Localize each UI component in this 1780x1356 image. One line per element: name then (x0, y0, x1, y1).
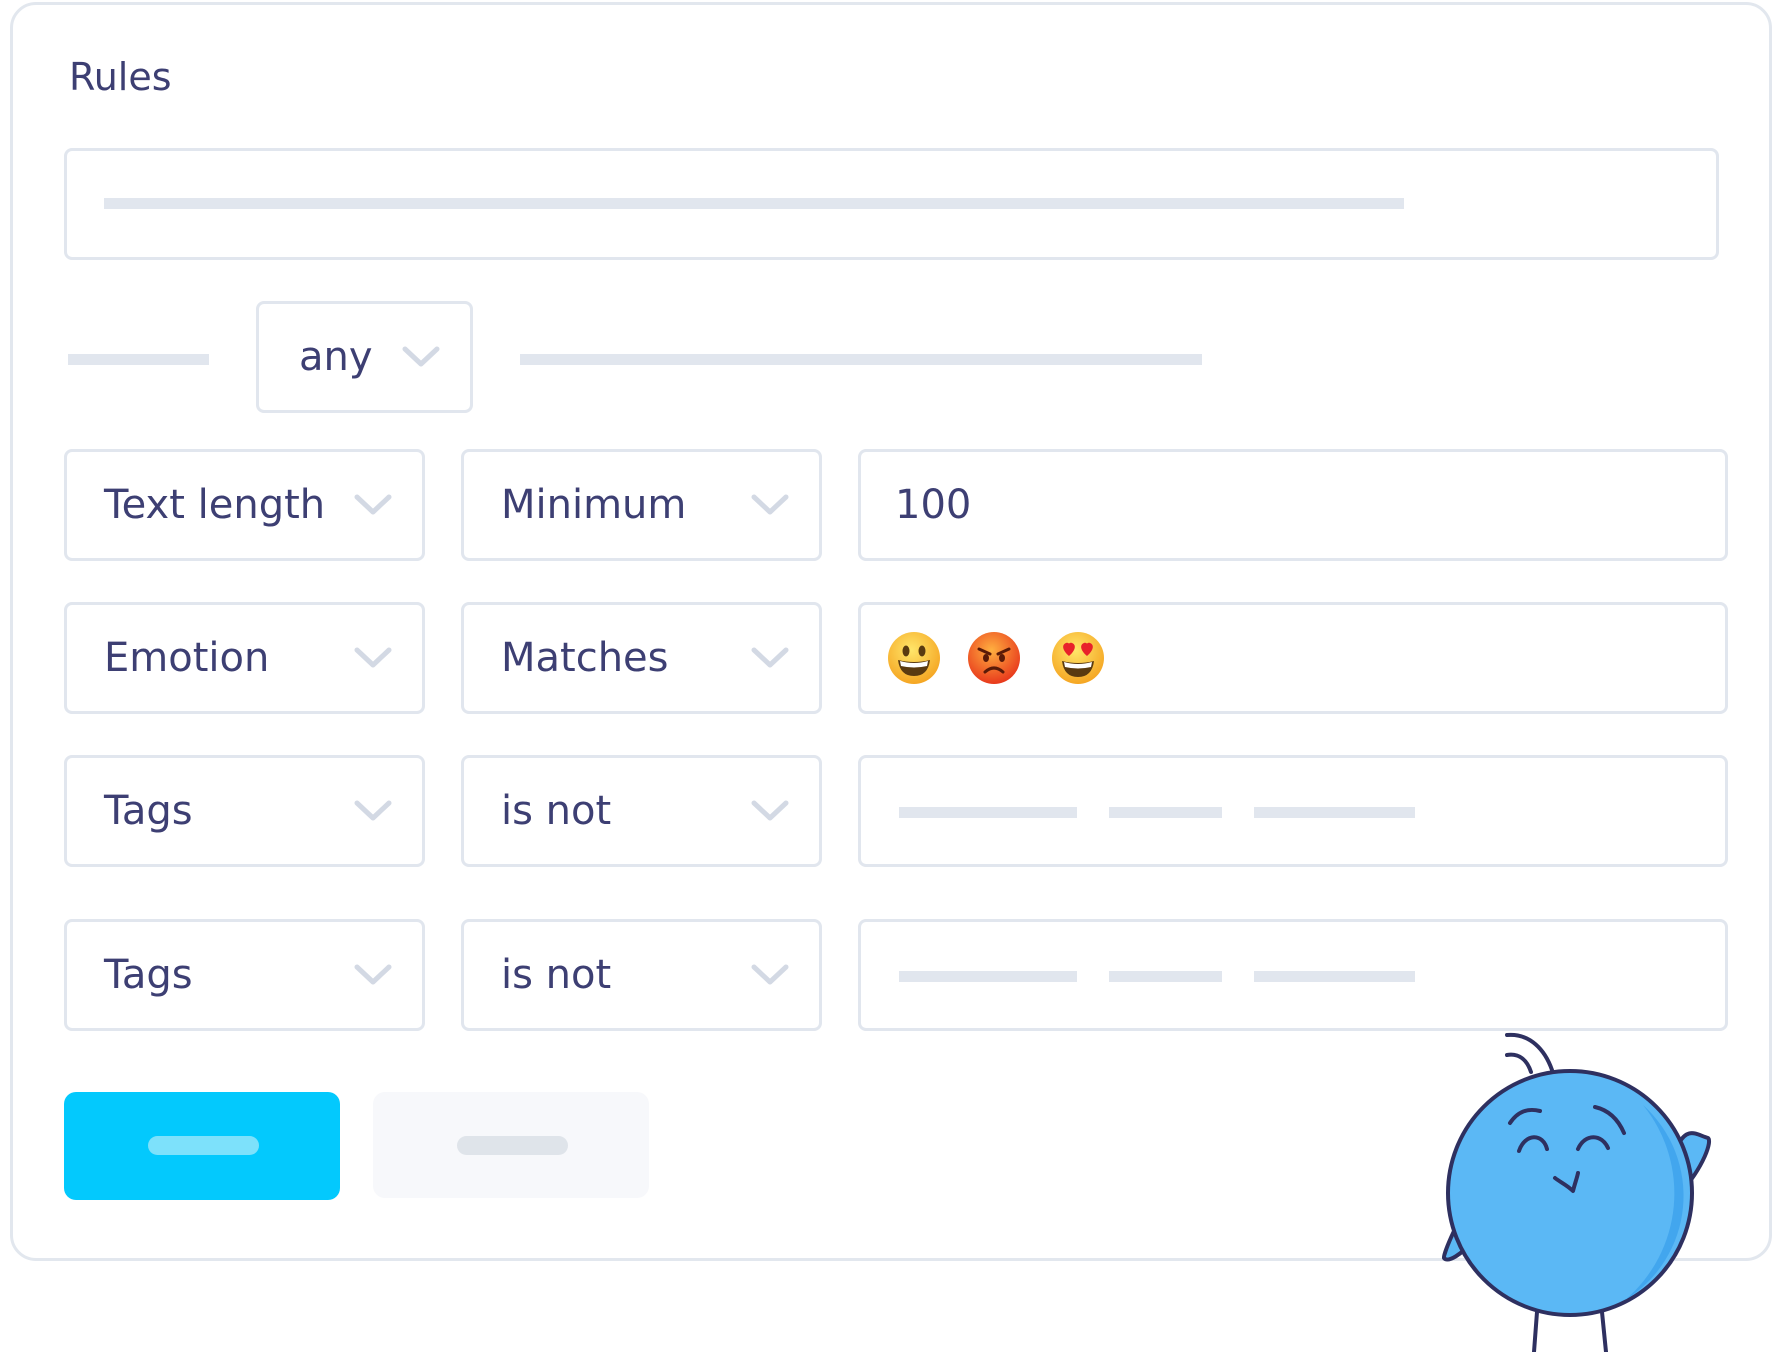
rule-name-input[interactable] (64, 148, 1719, 260)
tag-placeholder (1109, 807, 1222, 818)
rule-4-tags-input[interactable] (858, 919, 1728, 1031)
rule-4-field-select[interactable]: Tags (64, 919, 425, 1031)
chevron-down-icon (751, 647, 789, 669)
chevron-down-icon (354, 647, 392, 669)
chevron-down-icon (402, 346, 440, 368)
rule-1-field-value: Text length (104, 482, 326, 528)
chevron-down-icon (751, 800, 789, 822)
rule-1-value-input[interactable]: 100 (858, 449, 1728, 561)
tag-placeholder (1254, 971, 1415, 982)
rule-3-field-select[interactable]: Tags (64, 755, 425, 867)
save-button[interactable] (64, 1092, 340, 1200)
mascot-illustration (1415, 1025, 1735, 1354)
rule-4-operator-value: is not (501, 952, 612, 998)
chevron-down-icon (354, 964, 392, 986)
rule-4-field-value: Tags (104, 952, 193, 998)
chevron-down-icon (751, 494, 789, 516)
chevron-down-icon (354, 494, 392, 516)
pouting-face-icon[interactable] (967, 631, 1021, 685)
chevron-down-icon (751, 964, 789, 986)
rule-2-emoji-input[interactable] (858, 602, 1728, 714)
rule-4-operator-select[interactable]: is not (461, 919, 822, 1031)
match-mode-select[interactable]: any (256, 301, 473, 413)
grinning-face-icon[interactable] (887, 631, 941, 685)
rule-3-tags-input[interactable] (858, 755, 1728, 867)
heart-eyes-face-icon[interactable] (1051, 631, 1105, 685)
match-mode-value: any (299, 334, 373, 380)
tag-placeholder (899, 807, 1077, 818)
rule-2-operator-value: Matches (501, 635, 669, 681)
description-placeholder-line (520, 354, 1202, 365)
rule-2-field-value: Emotion (104, 635, 270, 681)
rule-2-operator-select[interactable]: Matches (461, 602, 822, 714)
rule-1-field-select[interactable]: Text length (64, 449, 425, 561)
button-label-placeholder (457, 1136, 568, 1155)
tag-placeholder (1254, 807, 1415, 818)
tag-placeholder (899, 971, 1077, 982)
label-placeholder-line (68, 354, 209, 365)
rule-1-operator-select[interactable]: Minimum (461, 449, 822, 561)
rule-3-operator-value: is not (501, 788, 612, 834)
rule-1-operator-value: Minimum (501, 482, 687, 528)
page-title: Rules (69, 55, 172, 99)
button-label-placeholder (148, 1136, 259, 1155)
rule-3-operator-select[interactable]: is not (461, 755, 822, 867)
chevron-down-icon (354, 800, 392, 822)
input-placeholder-line (104, 198, 1404, 209)
rule-1-value: 100 (895, 482, 972, 528)
rule-2-field-select[interactable]: Emotion (64, 602, 425, 714)
tag-placeholder (1109, 971, 1222, 982)
rule-3-field-value: Tags (104, 788, 193, 834)
cancel-button[interactable] (373, 1092, 649, 1198)
